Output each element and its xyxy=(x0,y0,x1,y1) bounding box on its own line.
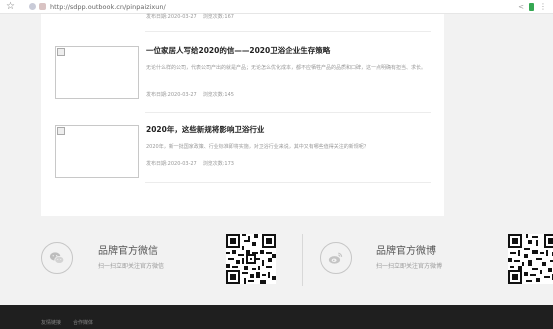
footer-link-friends[interactable]: 友情链接 xyxy=(41,320,61,326)
brand-social-section: 品牌官方微信 扫一扫立即关注官方微信 品牌官方微博 扫一扫立即关注官方微博 xyxy=(0,216,553,305)
wechat-icon xyxy=(41,242,73,274)
article-views: 浏览次数:167 xyxy=(202,14,234,20)
site-footer: 友情链接 合作媒体 xyxy=(0,305,553,329)
weibo-title: 品牌官方微博 xyxy=(376,246,436,257)
article-title[interactable]: 一位家居人写给2020的信——2020卫浴企业生存策略 xyxy=(146,46,330,56)
address-bar-url[interactable]: http://sdpp.outbook.cn/pinpaizixun/ xyxy=(50,2,166,12)
brand-divider xyxy=(302,234,303,286)
article-divider xyxy=(145,182,431,183)
article-summary: 无论什么样的公司，代表公司产出的就是产品；无论怎么优化成本，都不应牺牲产品的品质… xyxy=(146,65,427,71)
menu-icon[interactable]: ⋮ xyxy=(539,2,547,12)
bookmark-star-icon[interactable]: ☆ xyxy=(6,1,15,13)
article-views: 浏览次数:173 xyxy=(202,161,234,167)
article-meta: 发布日期:2020-03-27 浏览次数:173 xyxy=(146,160,234,168)
article-divider xyxy=(145,31,431,32)
article-views: 浏览次数:145 xyxy=(202,92,234,98)
article-item[interactable]: 2020年，这些新规将影响卫浴行业 2020年，新一批国家政策、行业标准即将实施… xyxy=(55,125,431,181)
article-divider xyxy=(145,112,431,113)
article-thumbnail[interactable] xyxy=(55,125,139,178)
weibo-glyph xyxy=(328,252,343,264)
weibo-icon xyxy=(320,242,352,274)
article-thumbnail[interactable] xyxy=(55,46,139,99)
article-meta: 发布日期:2020-03-27 浏览次数:167 xyxy=(146,13,234,21)
article-title[interactable]: 2020年，这些新规将影响卫浴行业 xyxy=(146,125,264,135)
share-icon[interactable]: < xyxy=(518,2,524,12)
article-item[interactable]: 发布日期:2020-03-27 浏览次数:167 xyxy=(55,13,431,23)
article-item[interactable]: 一位家居人写给2020的信——2020卫浴企业生存策略 无论什么样的公司，代表公… xyxy=(55,46,431,102)
weibo-subtitle: 扫一扫立即关注官方微博 xyxy=(376,263,443,270)
wechat-qr-code xyxy=(226,234,276,284)
article-summary: 2020年，新一批国家政策、行业标准即将实施，对卫浴行业来说，其中又有哪些值得关… xyxy=(146,144,369,150)
article-date: 发布日期:2020-03-27 xyxy=(146,92,197,98)
footer-link-media[interactable]: 合作媒体 xyxy=(73,320,93,326)
site-info-icons[interactable] xyxy=(29,3,46,10)
article-meta: 发布日期:2020-03-27 浏览次数:145 xyxy=(146,91,234,99)
footer-links: 友情链接 合作媒体 xyxy=(41,319,105,326)
article-list-panel: 发布日期:2020-03-27 浏览次数:167 一位家居人写给2020的信——2… xyxy=(41,14,444,216)
security-icon xyxy=(39,3,46,10)
wechat-title: 品牌官方微信 xyxy=(98,246,158,257)
wechat-glyph xyxy=(49,252,65,264)
weibo-qr-code xyxy=(508,234,553,284)
article-date: 发布日期:2020-03-27 xyxy=(146,14,197,20)
wechat-subtitle: 扫一扫立即关注官方微信 xyxy=(98,263,165,270)
extension-icon[interactable] xyxy=(529,3,534,11)
site-icon xyxy=(29,3,36,10)
browser-actions: < ⋮ xyxy=(518,2,547,12)
browser-toolbar: ☆ http://sdpp.outbook.cn/pinpaizixun/ < … xyxy=(0,0,553,14)
article-date: 发布日期:2020-03-27 xyxy=(146,161,197,167)
